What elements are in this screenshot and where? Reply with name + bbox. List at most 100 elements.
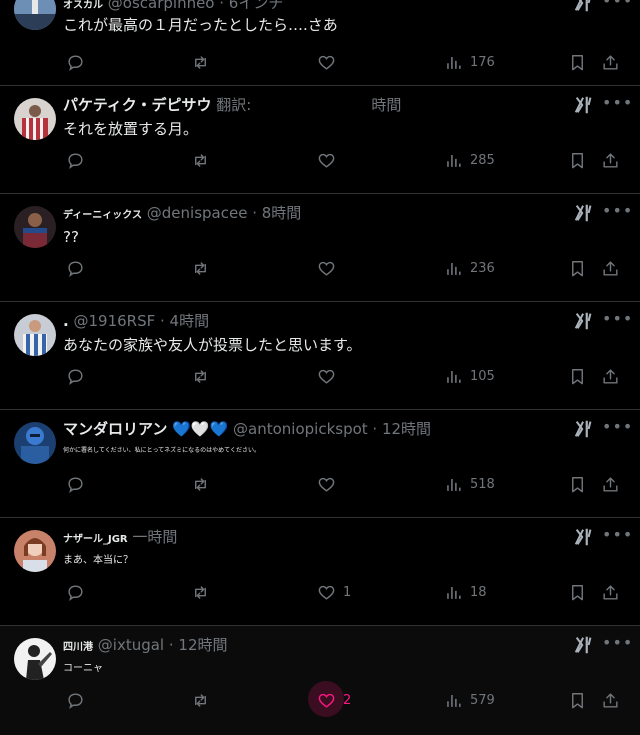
bookmark-button[interactable] [568, 578, 587, 606]
more-icon[interactable]: ••• [602, 418, 632, 440]
avatar[interactable] [14, 314, 56, 356]
author-handle[interactable]: 一時間 [132, 528, 177, 546]
bookmark-icon [568, 151, 587, 170]
heart-button[interactable] [317, 470, 343, 498]
author-name[interactable]: . [63, 312, 69, 330]
avatar[interactable] [14, 422, 56, 464]
retweet-button[interactable] [191, 470, 217, 498]
views-count: 105 [470, 368, 495, 384]
retweet-button[interactable] [191, 254, 217, 282]
author-handle[interactable]: 翻訳: 時間 [216, 96, 401, 114]
reply-icon [66, 583, 85, 602]
share-button[interactable] [601, 686, 620, 714]
heart-button[interactable]: 2 [308, 681, 351, 717]
views-count: 579 [470, 692, 495, 708]
author-handle[interactable]: @denispacee · 8時間 [147, 204, 302, 222]
views-icon [444, 691, 463, 710]
author-name[interactable]: ディーニィックス [63, 210, 142, 221]
heart-button[interactable] [317, 254, 343, 282]
author-handle[interactable]: @antoniopickspot · 12時間 [233, 420, 431, 438]
tweet-actions: 176 [0, 48, 640, 76]
retweet-button[interactable] [191, 146, 217, 174]
bookmark-button[interactable] [568, 48, 587, 76]
retweet-icon [191, 367, 210, 386]
more-icon[interactable]: ••• [602, 0, 632, 14]
tweet[interactable]: 四川港 @ixtugal · 12時間 ••• コーニャ 2 579 [0, 626, 640, 735]
author-name[interactable]: ナザール_JGR [63, 534, 128, 545]
tweet[interactable]: マンダロリアン 💙🤍💙 @antoniopickspot · 12時間 ••• … [0, 410, 640, 518]
reply-button[interactable] [66, 254, 92, 282]
grok-icon[interactable] [573, 310, 595, 332]
grok-icon[interactable] [573, 202, 595, 224]
bookmark-button[interactable] [568, 686, 587, 714]
views-button[interactable]: 236 [444, 254, 495, 282]
bookmark-button[interactable] [568, 362, 587, 390]
grok-icon[interactable] [573, 526, 595, 548]
author-name[interactable]: パケティク・デピサウ [63, 96, 212, 114]
views-button[interactable]: 518 [444, 470, 495, 498]
author-handle[interactable]: @ixtugal · 12時間 [98, 636, 228, 654]
avatar[interactable] [14, 638, 56, 680]
author-handle[interactable]: @1916RSF · 4時間 [73, 312, 209, 330]
reply-button[interactable] [66, 578, 92, 606]
views-button[interactable]: 285 [444, 146, 495, 174]
share-button[interactable] [601, 578, 620, 606]
heart-button[interactable] [317, 48, 343, 76]
reply-button[interactable] [66, 146, 92, 174]
bookmark-icon [568, 367, 587, 386]
author-handle[interactable]: @oscarpinheo · 6インチ [108, 0, 284, 12]
share-button[interactable] [601, 254, 620, 282]
white-heart-icon: 🤍 [190, 420, 210, 438]
reply-icon [66, 475, 85, 494]
views-button[interactable]: 176 [444, 48, 495, 76]
author-name[interactable]: 四川港 [63, 642, 93, 653]
reply-button[interactable] [66, 470, 92, 498]
views-button[interactable]: 18 [444, 578, 487, 606]
more-icon[interactable]: ••• [602, 94, 632, 116]
bookmark-icon [568, 259, 587, 278]
share-icon [601, 53, 620, 72]
avatar[interactable] [14, 98, 56, 140]
more-icon[interactable]: ••• [602, 310, 632, 332]
avatar[interactable] [14, 206, 56, 248]
share-button[interactable] [601, 146, 620, 174]
avatar[interactable] [14, 0, 56, 30]
retweet-button[interactable] [191, 48, 217, 76]
retweet-icon [191, 475, 210, 494]
heart-button[interactable] [317, 146, 343, 174]
views-button[interactable]: 579 [444, 686, 495, 714]
share-button[interactable] [601, 470, 620, 498]
more-icon[interactable]: ••• [602, 526, 632, 548]
reply-button[interactable] [66, 362, 92, 390]
reply-button[interactable] [66, 686, 92, 714]
retweet-button[interactable] [191, 362, 217, 390]
tweet[interactable]: . @1916RSF · 4時間 ••• あなたの家族や友人が投票したと思います… [0, 302, 640, 410]
grok-icon[interactable] [573, 634, 595, 656]
author-name[interactable]: マンダロリアン [63, 420, 167, 438]
views-button[interactable]: 105 [444, 362, 495, 390]
grok-icon[interactable] [573, 418, 595, 440]
grok-icon[interactable] [573, 0, 595, 14]
avatar[interactable] [14, 530, 56, 572]
author-name[interactable]: オスカル [63, 0, 103, 11]
tweet[interactable]: ナザール_JGR 一時間 ••• まあ、本当に？ 1 18 [0, 518, 640, 626]
tweet[interactable]: ディーニィックス @denispacee · 8時間 ••• ?? 236 [0, 194, 640, 302]
share-button[interactable] [601, 48, 620, 76]
heart-button[interactable] [317, 362, 343, 390]
reply-button[interactable] [66, 48, 92, 76]
bookmark-button[interactable] [568, 254, 587, 282]
heart-button[interactable]: 1 [317, 578, 351, 606]
retweet-button[interactable] [191, 686, 217, 714]
tweet[interactable]: オスカル @oscarpinheo · 6インチ ••• これが最高の１月だった… [0, 0, 640, 86]
bookmark-button[interactable] [568, 146, 587, 174]
bookmark-button[interactable] [568, 470, 587, 498]
grok-icon[interactable] [573, 94, 595, 116]
tweet-text: あなたの家族や友人が投票したと思います。 [63, 336, 362, 354]
tweet[interactable]: パケティク・デピサウ 翻訳: 時間 ••• それを放置する月。 285 [0, 86, 640, 194]
more-icon[interactable]: ••• [602, 202, 632, 224]
retweet-icon [191, 259, 210, 278]
retweet-button[interactable] [191, 578, 217, 606]
share-button[interactable] [601, 362, 620, 390]
more-icon[interactable]: ••• [602, 634, 632, 656]
bookmark-icon [568, 475, 587, 494]
